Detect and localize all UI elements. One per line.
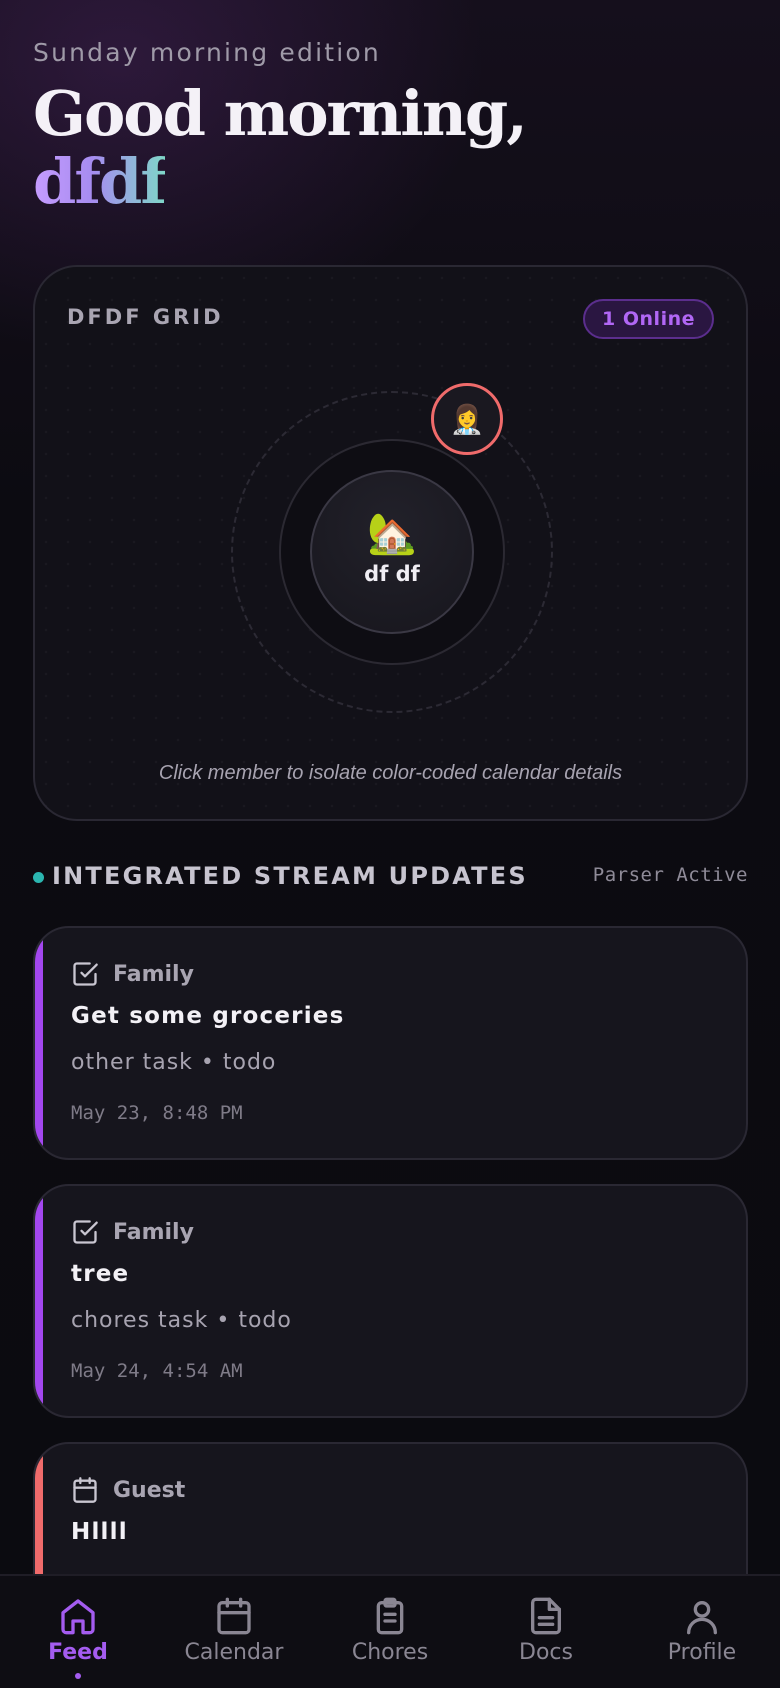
household-name: df df: [364, 562, 420, 586]
stream-card[interactable]: Family Get some groceries other task • t…: [33, 926, 748, 1160]
nav-label: Chores: [351, 1640, 429, 1665]
nav-feed[interactable]: Feed: [0, 1576, 156, 1688]
document-icon: [531, 1597, 561, 1635]
status-dot: [33, 872, 44, 883]
parser-status: Parser Active: [592, 864, 748, 886]
card-category-label: Family: [113, 1219, 194, 1245]
card-timestamp: May 23, 8:48 PM: [71, 1102, 243, 1124]
username-heading: dfdf: [33, 145, 167, 218]
bottom-nav: Feed Calendar Chores Docs Profile: [0, 1574, 780, 1688]
house-icon: 🏡: [367, 512, 417, 556]
card-category: Family: [71, 1217, 194, 1247]
nav-calendar[interactable]: Calendar: [156, 1576, 312, 1688]
feed-screen: Sunday morning edition Good morning, dfd…: [0, 0, 780, 1688]
card-title: Hllll: [71, 1519, 128, 1545]
card-meta: chores task • todo: [71, 1308, 292, 1333]
card-category-label: Family: [113, 961, 194, 987]
nav-label: Docs: [519, 1640, 573, 1665]
nav-label: Profile: [667, 1640, 737, 1665]
nav-docs[interactable]: Docs: [468, 1576, 624, 1688]
nav-label: Feed: [48, 1640, 108, 1665]
card-category: Family: [71, 959, 194, 989]
user-icon: [687, 1601, 717, 1635]
card-accent-bar: [35, 1186, 43, 1416]
card-title: Get some groceries: [71, 1003, 345, 1029]
household-hub[interactable]: 🏡 df df: [310, 470, 474, 634]
greeting-heading: Good morning,: [33, 77, 528, 150]
calendar-icon: [217, 1597, 251, 1635]
card-category-label: Guest: [113, 1477, 186, 1503]
grid-hint: Click member to isolate color-coded cale…: [158, 762, 623, 784]
grid-title: DFDF GRID: [67, 305, 224, 329]
stream-title: INTEGRATED STREAM UPDATES: [52, 862, 528, 890]
checkbox-icon: [71, 960, 99, 988]
family-grid-card: DFDF GRID 1 Online 🏡 df df 👩‍⚕️ Click me…: [33, 265, 748, 821]
header: Sunday morning edition Good morning, dfd…: [33, 38, 528, 218]
card-meta: other task • todo: [71, 1050, 277, 1075]
checkbox-icon: [71, 1218, 99, 1246]
nav-chores[interactable]: Chores: [312, 1576, 468, 1688]
stream-card[interactable]: Family tree chores task • todo May 24, 4…: [33, 1184, 748, 1418]
nav-label: Calendar: [184, 1640, 284, 1665]
card-timestamp: May 24, 4:54 AM: [71, 1360, 243, 1382]
card-title: tree: [71, 1261, 130, 1287]
health-worker-icon: 👩‍⚕️: [449, 403, 485, 435]
member-avatar[interactable]: 👩‍⚕️: [431, 383, 503, 455]
home-icon: [61, 1599, 95, 1635]
clipboard-icon: [376, 1597, 404, 1635]
card-accent-bar: [35, 928, 43, 1158]
active-indicator: [75, 1673, 81, 1679]
nav-profile[interactable]: Profile: [624, 1576, 780, 1688]
edition-label: Sunday morning edition: [33, 38, 381, 67]
online-badge: 1 Online: [583, 299, 714, 339]
calendar-icon: [71, 1476, 99, 1504]
stream-header: INTEGRATED STREAM UPDATES Parser Active: [33, 862, 748, 894]
card-category: Guest: [71, 1475, 185, 1505]
